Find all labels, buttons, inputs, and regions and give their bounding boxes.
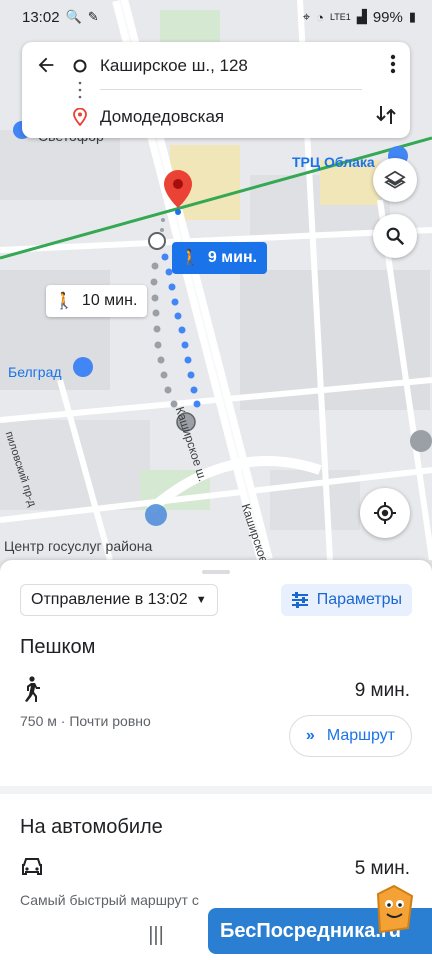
crosshair-icon <box>374 502 396 524</box>
battery-level: 99% <box>372 8 403 26</box>
poi-label-trc[interactable]: ТРЦ Облака <box>292 154 375 170</box>
my-location-button[interactable] <box>360 488 410 538</box>
walk-description: 750 м · Почти ровно <box>20 713 151 729</box>
wifi-icon: ◔ <box>316 9 324 25</box>
walk-icon: 🚶 <box>180 250 200 267</box>
car-section-title: На автомобиле <box>20 816 163 838</box>
dropdown-arrow-icon: ▼ <box>195 594 207 606</box>
walk-route-button[interactable]: » Маршрут <box>288 715 412 757</box>
walk-icon <box>20 676 46 703</box>
battery-icon: ▮ <box>408 9 416 24</box>
walk-section-title: Пешком <box>20 636 96 658</box>
parameters-button[interactable]: Параметры <box>280 584 412 616</box>
mascot-icon <box>376 884 414 934</box>
origin-input[interactable]: Каширское ш., 128 <box>100 56 248 76</box>
search-icon <box>386 227 405 246</box>
input-divider <box>100 89 362 90</box>
status-bar: 13:02 🔍 ✎ ⌖ ◔ LTE1 ▟ 99% ▮ <box>0 0 432 34</box>
status-time: 13:02 <box>22 8 60 26</box>
swap-directions-icon[interactable] <box>376 104 396 132</box>
double-chevron-icon: » <box>305 727 315 744</box>
walk-icon: 🚶 <box>54 293 74 310</box>
route-tag-fastest-time: 9 мин. <box>207 249 258 266</box>
route-tag-fastest[interactable]: 🚶 9 мин. <box>172 242 268 274</box>
car-icon <box>20 856 46 882</box>
search-notification-icon: 🔍 <box>65 9 82 24</box>
car-description: Самый быстрый маршрут с <box>20 892 199 908</box>
layers-icon <box>384 170 406 189</box>
directions-sheet[interactable]: Отправление в 13:02 ▼ Параметры Пешком 9… <box>0 560 432 960</box>
destination-input[interactable]: Домодедовская <box>100 107 224 127</box>
signal-icon: ▟ <box>356 9 367 24</box>
route-dots-icon <box>78 81 82 99</box>
walk-route-label: Маршрут <box>326 727 395 744</box>
recent-apps-icon[interactable]: ||| <box>148 924 164 947</box>
destination-pin-icon <box>73 108 87 126</box>
location-icon: ⌖ <box>302 9 311 24</box>
origin-circle-icon <box>73 59 87 73</box>
parameters-label: Параметры <box>316 591 402 608</box>
poi-label-belgrad[interactable]: Белград <box>8 364 62 380</box>
car-duration: 5 мин. <box>354 858 410 879</box>
route-tag-alternative-time: 10 мин. <box>81 292 138 309</box>
network-label: LTE1 <box>329 12 351 22</box>
directions-card: Каширское ш., 128 Домодедовская <box>22 42 410 138</box>
departure-time-dropdown[interactable]: Отправление в 13:02 ▼ <box>20 584 218 616</box>
section-separator <box>0 786 432 794</box>
search-button[interactable] <box>373 214 417 258</box>
route-tag-alternative[interactable]: 🚶 10 мин. <box>46 285 148 317</box>
walk-duration: 9 мин. <box>354 680 410 701</box>
more-menu-icon[interactable] <box>390 54 396 78</box>
sliders-icon <box>291 592 308 608</box>
sheet-drag-handle[interactable] <box>202 570 230 574</box>
app-notification-icon: ✎ <box>87 9 99 24</box>
back-arrow-icon[interactable] <box>34 54 58 78</box>
poi-label-center-gosuslug[interactable]: Центр госуслуг района <box>4 538 152 554</box>
departure-time-label: Отправление в 13:02 <box>31 591 188 608</box>
layers-button[interactable] <box>373 158 417 202</box>
